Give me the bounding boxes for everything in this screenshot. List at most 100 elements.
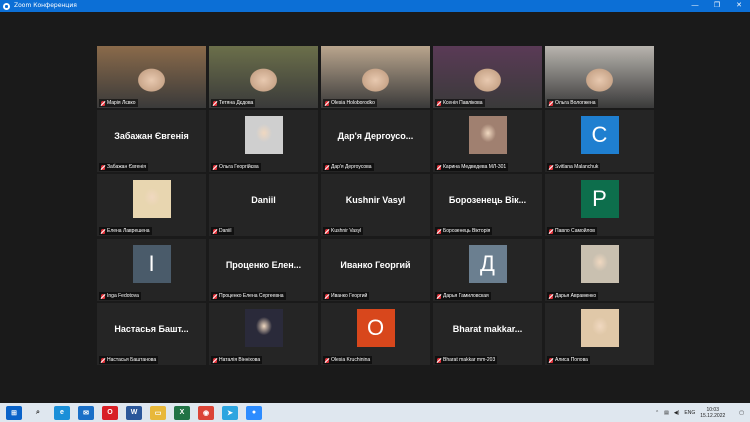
participant-name-label: Olesia Kruchinina (323, 356, 373, 364)
language-indicator[interactable]: ENG (684, 410, 695, 416)
participant-tile[interactable]: Дар'я Дергоусо... Дар'я Дергоусова (321, 110, 430, 172)
participant-tile[interactable]: Ольга Георгійєва (209, 110, 318, 172)
participant-name: Svitlana Malanchuk (555, 164, 599, 170)
participant-tile[interactable]: Kushnir Vasyl Kushnir Vasyl (321, 174, 430, 236)
participant-avatar (580, 245, 619, 283)
participant-name: Ольга Вологжена (555, 100, 596, 106)
participant-name: Павло Самойлов (555, 228, 595, 234)
participant-tile[interactable]: Алиса Попова (545, 303, 654, 365)
chevron-up-icon[interactable]: ⌃ (655, 410, 659, 416)
telegram-icon[interactable]: ➤ (222, 405, 238, 420)
participant-tile[interactable]: Д Дарья Гамиловская (433, 239, 542, 301)
windows-start-icon[interactable]: ⊞ (6, 405, 22, 420)
participant-name: Olesia Kruchinina (331, 357, 371, 363)
mic-muted-icon (101, 357, 105, 363)
mic-muted-icon (549, 293, 553, 299)
mic-muted-icon (325, 164, 329, 170)
participant-tile[interactable]: Ксенія Павлікова (433, 46, 542, 108)
participant-tile[interactable]: Марія Лєвко (97, 46, 206, 108)
participant-avatar (580, 309, 619, 347)
participant-initial-avatar: Д (468, 245, 507, 283)
participant-tile[interactable]: Olesia Holoborodko (321, 46, 430, 108)
participant-display-name: Иванко Георгий (340, 260, 411, 270)
participant-name: Марія Лєвко (107, 100, 136, 106)
participant-tile[interactable]: Настасья Башт... Настасья Баштанова (97, 303, 206, 365)
participant-tile[interactable]: O Olesia Kruchinina (321, 303, 430, 365)
explorer-icon[interactable]: ▭ (150, 405, 166, 420)
chrome-icon[interactable]: ◉ (198, 405, 214, 420)
taskbar: ⊞ ⌕ e ✉ O W ▭ X ◉ ➤ ● ⌃ ▤ ◀) ENG 10:03 15.12.2022 … (0, 403, 750, 422)
clock[interactable]: 10:03 15.12.2022 (700, 407, 725, 419)
excel-icon[interactable]: X (174, 405, 190, 420)
participant-name-label: Ольга Георгійєва (211, 163, 261, 171)
participant-name-label: Дарья Авраменко (547, 292, 599, 300)
participant-tile[interactable]: Проценко Елен... Проценко Елена Сергеевна (209, 239, 318, 301)
participant-name: Daniil (219, 228, 232, 234)
participant-name-label: Борозенець Вікторія (435, 227, 493, 235)
system-tray: ⌃ ▤ ◀) ENG 10:03 15.12.2022 ▢ (655, 403, 750, 422)
word-icon[interactable]: W (126, 405, 142, 420)
participant-avatar (244, 309, 283, 347)
maximize-button[interactable]: ❐ (706, 0, 728, 12)
participant-name: Проценко Елена Сергеевна (219, 293, 284, 299)
mic-muted-icon (101, 100, 105, 106)
participant-name: Kushnir Vasyl (331, 228, 362, 234)
mic-muted-icon (549, 357, 553, 363)
participant-name-label: Забажан Євгенія (99, 163, 148, 171)
participant-name-label: Ольга Вологжена (547, 99, 598, 107)
participant-tile[interactable]: Забажан Євгенія Забажан Євгенія (97, 110, 206, 172)
participant-name: Ольга Георгійєва (219, 164, 259, 170)
participant-name: Елена Лаврешена (107, 228, 150, 234)
participant-tile[interactable]: Ольга Вологжена (545, 46, 654, 108)
mic-muted-icon (101, 164, 105, 170)
mic-muted-icon (101, 228, 105, 234)
participant-name-label: Дар'я Дергоусова (323, 163, 374, 171)
participant-avatar (244, 116, 283, 154)
mail-icon[interactable]: ✉ (78, 405, 94, 420)
notifications-icon[interactable]: ▢ (739, 410, 744, 416)
participant-name-label: Тетяна Дєдова (211, 99, 256, 107)
participant-name-label: Bharat makkar mm-203 (435, 356, 498, 364)
participant-tile[interactable]: Карина Медведева МЛ-301 (433, 110, 542, 172)
participant-name: Olesia Holoborodko (331, 100, 375, 106)
participant-name: Ксенія Павлікова (443, 100, 483, 106)
participant-tile[interactable]: Daniil Daniil (209, 174, 318, 236)
search-icon[interactable]: ⌕ (30, 406, 46, 420)
mic-muted-icon (437, 357, 441, 363)
participant-tile[interactable]: P Павло Самойлов (545, 174, 654, 236)
edge-icon[interactable]: e (54, 405, 70, 420)
participant-name-label: Svitlana Malanchuk (547, 163, 601, 171)
participant-tile[interactable]: Иванко Георгий Иванко Георгий (321, 239, 430, 301)
participant-tile[interactable]: Bharat makkar... Bharat makkar mm-203 (433, 303, 542, 365)
participant-name: Забажан Євгенія (107, 164, 146, 170)
participant-tile[interactable]: Борозенець Вік... Борозенець Вікторія (433, 174, 542, 236)
participant-tile[interactable]: Тетяна Дєдова (209, 46, 318, 108)
opera-icon[interactable]: O (102, 405, 118, 420)
participant-name: Наталія Вінніхова (219, 357, 261, 363)
participant-name: Inga Fedotova (107, 293, 139, 299)
participant-avatar (468, 116, 507, 154)
participant-display-name: Борозенець Вік... (448, 195, 527, 205)
minimize-button[interactable]: — (684, 0, 706, 12)
participant-name: Дарья Авраменко (555, 293, 597, 299)
zoom-icon (3, 2, 10, 10)
mic-muted-icon (437, 164, 441, 170)
participant-tile[interactable]: Наталія Вінніхова (209, 303, 318, 365)
network-icon[interactable]: ▤ (664, 410, 669, 416)
close-button[interactable]: ✕ (728, 0, 750, 12)
mic-muted-icon (213, 228, 217, 234)
participant-name: Карина Медведева МЛ-301 (443, 164, 507, 170)
participant-tile[interactable]: I Inga Fedotova (97, 239, 206, 301)
zoom-icon[interactable]: ● (246, 405, 262, 420)
participant-display-name: Daniil (251, 195, 276, 205)
participant-tile[interactable]: Елена Лаврешена (97, 174, 206, 236)
participant-name-label: Марія Лєвко (99, 99, 138, 107)
mic-muted-icon (437, 228, 441, 234)
clock-date: 15.12.2022 (700, 412, 726, 419)
mic-muted-icon (325, 357, 329, 363)
title-bar: Zoom Конференция — ❐ ✕ (0, 0, 750, 12)
participant-tile[interactable]: С Svitlana Malanchuk (545, 110, 654, 172)
participant-name: Борозенець Вікторія (443, 228, 491, 234)
participant-tile[interactable]: Дарья Авраменко (545, 239, 654, 301)
volume-icon[interactable]: ◀) (674, 410, 680, 416)
